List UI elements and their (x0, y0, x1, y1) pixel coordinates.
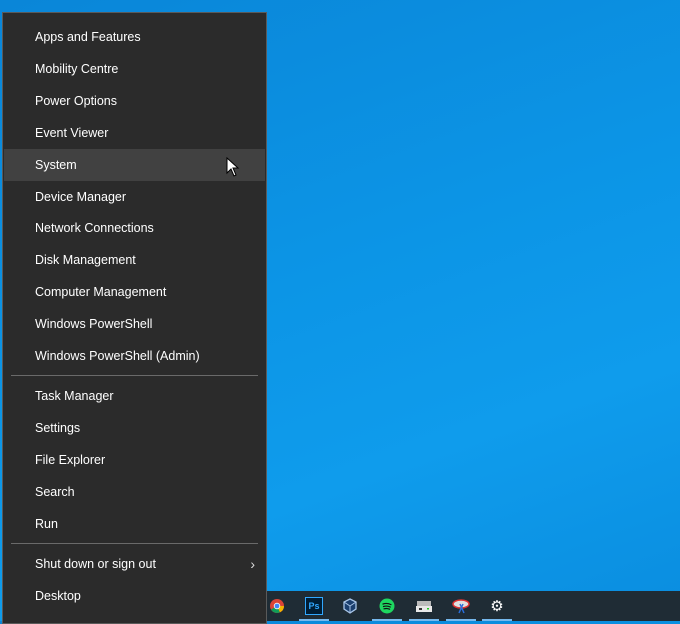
menu-item-search[interactable]: Search (4, 476, 265, 508)
menu-item-disk-management[interactable]: Disk Management (4, 244, 265, 276)
menu-item-computer-management[interactable]: Computer Management (4, 276, 265, 308)
menu-item-task-manager[interactable]: Task Manager (4, 380, 265, 412)
photoshop-icon[interactable]: Ps (297, 591, 331, 621)
mouse-cursor-icon (226, 157, 240, 177)
menu-separator (11, 543, 258, 544)
taskbar: Ps ⚙ (267, 591, 680, 621)
menu-separator (11, 375, 258, 376)
menu-item-file-explorer[interactable]: File Explorer (4, 444, 265, 476)
menu-item-windows-powershell[interactable]: Windows PowerShell (4, 308, 265, 340)
settings-icon[interactable]: ⚙ (480, 591, 514, 621)
menu-item-label: Shut down or sign out (35, 557, 156, 571)
menu-item-device-manager[interactable]: Device Manager (4, 181, 265, 213)
chevron-right-icon: › (250, 556, 255, 572)
menu-item-run[interactable]: Run (4, 508, 265, 540)
menu-item-settings[interactable]: Settings (4, 412, 265, 444)
photoshop-label: Ps (305, 597, 323, 615)
virtualbox-icon[interactable] (333, 591, 367, 621)
menu-item-event-viewer[interactable]: Event Viewer (4, 117, 265, 149)
menu-item-power-options[interactable]: Power Options (4, 85, 265, 117)
winx-context-menu: Apps and Features Mobility Centre Power … (2, 12, 267, 624)
menu-item-shut-down-or-sign-out[interactable]: Shut down or sign out › (4, 548, 265, 580)
menu-item-windows-powershell-admin[interactable]: Windows PowerShell (Admin) (4, 340, 265, 372)
menu-item-desktop[interactable]: Desktop (4, 580, 265, 612)
storage-icon[interactable] (407, 591, 441, 621)
chrome-icon[interactable] (260, 591, 294, 621)
menu-item-network-connections[interactable]: Network Connections (4, 212, 265, 244)
gear-icon: ⚙ (490, 598, 504, 615)
menu-item-mobility-centre[interactable]: Mobility Centre (4, 53, 265, 85)
spotify-icon[interactable] (370, 591, 404, 621)
snipping-icon[interactable] (444, 591, 478, 621)
menu-item-apps-and-features[interactable]: Apps and Features (4, 21, 265, 53)
